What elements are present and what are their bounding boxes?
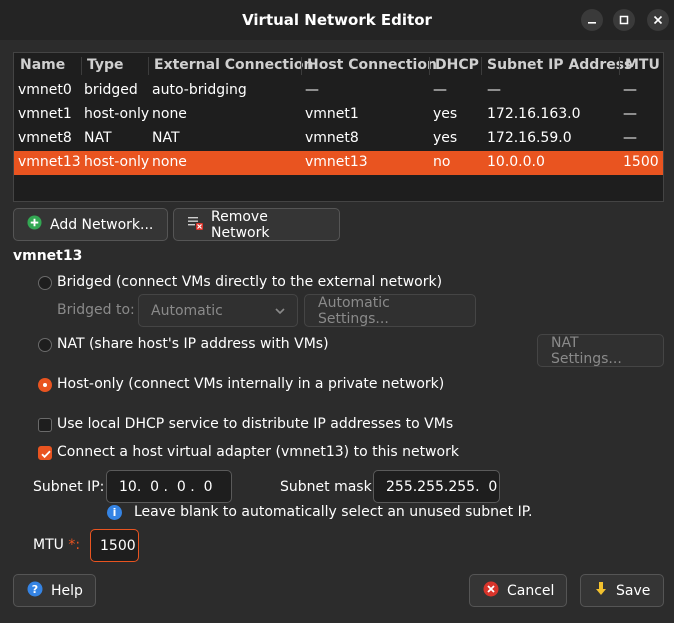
subnet-ip-input[interactable]: 10. 0 . 0 . 0 [106,470,232,503]
window-title: Virtual Network Editor [242,11,432,29]
title-bar: Virtual Network Editor [0,0,674,40]
host-only-label[interactable]: Host-only (connect VMs internally in a p… [57,376,444,392]
cancel-button[interactable]: Cancel [469,574,567,607]
network-settings-heading: vmnet13 [13,248,83,264]
column-header-mtu[interactable]: MTU [625,57,660,73]
cell-dhcp: yes [433,106,458,122]
table-row[interactable]: vmnet1 host-only none vmnet1 yes 172.16.… [14,103,663,127]
minimize-icon[interactable] [581,9,603,31]
mtu-input[interactable]: 1500 [90,529,139,562]
cell-mtu: — [623,106,637,122]
add-network-button[interactable]: Add Network... [13,208,168,241]
cell-name: vmnet0 [18,82,72,98]
column-header-name[interactable]: Name [20,57,65,73]
cell-host: vmnet8 [305,130,359,146]
cancel-label: Cancel [507,582,555,599]
svg-text:?: ? [32,583,38,596]
column-header-dhcp[interactable]: DHCP [435,57,479,73]
checkmark-icon [41,450,51,459]
remove-list-icon [187,215,203,234]
nat-radio[interactable] [38,338,52,352]
save-button[interactable]: Save [580,574,664,607]
required-marker: *: [68,537,81,553]
save-label: Save [616,582,651,599]
subnet-mask-input[interactable]: 255.255.255. 0 [373,470,500,503]
cell-subnet: 172.16.163.0 [487,106,581,122]
bridged-to-label: Bridged to: [57,302,135,318]
cell-subnet: 172.16.59.0 [487,130,572,146]
cell-external: NAT [152,130,180,146]
mtu-label: MTU *: [33,537,80,553]
cell-name: vmnet13 [18,154,81,170]
cell-mtu: 1500 [623,154,659,170]
cell-host: — [305,82,319,98]
help-label: Help [51,582,83,599]
add-icon [27,215,42,234]
column-separator [429,57,430,75]
cell-external: none [152,106,187,122]
subnet-ip-label: Subnet IP: [33,479,105,495]
cell-host: vmnet13 [305,154,368,170]
column-separator [301,57,302,75]
cell-dhcp: yes [433,130,458,146]
nat-label[interactable]: NAT (share host's IP address with VMs) [57,336,329,352]
bridged-radio[interactable] [38,276,52,290]
table-header: Name Type External Connection Host Conne… [14,53,663,79]
cell-dhcp: — [433,82,447,98]
maximize-icon[interactable] [613,9,635,31]
host-adapter-label[interactable]: Connect a host virtual adapter (vmnet13)… [57,444,459,460]
column-separator [481,57,482,75]
nat-settings-label: NAT Settings... [551,334,622,367]
subnet-hint: Leave blank to automatically select an u… [134,504,533,520]
cell-mtu: — [623,82,637,98]
column-header-host[interactable]: Host Connection [307,57,437,73]
network-table[interactable]: Name Type External Connection Host Conne… [13,52,664,202]
cancel-icon [483,581,499,601]
cell-type: host-only [84,154,150,170]
subnet-mask-label: Subnet mask: [280,479,377,495]
automatic-settings-label: Automatic Settings... [318,294,390,327]
column-separator [81,57,82,75]
mtu-label-text: MTU [33,537,64,553]
close-icon[interactable] [647,9,669,31]
add-network-label: Add Network... [50,216,154,233]
save-icon [594,581,608,601]
cell-external: none [152,154,187,170]
table-row[interactable]: vmnet0 bridged auto-bridging — — — — [14,79,663,103]
column-separator [148,57,149,75]
dhcp-label[interactable]: Use local DHCP service to distribute IP … [57,416,453,432]
automatic-settings-button[interactable]: Automatic Settings... [304,294,476,327]
help-icon: ? [27,581,43,601]
dhcp-checkbox[interactable] [38,418,52,432]
info-icon: i [107,505,122,520]
column-header-type[interactable]: Type [87,57,124,73]
host-only-radio[interactable] [38,378,52,392]
cell-name: vmnet8 [18,130,72,146]
table-row-selected[interactable]: vmnet13 host-only none vmnet13 no 10.0.0… [14,151,663,175]
cell-name: vmnet1 [18,106,72,122]
cell-subnet: — [487,82,501,98]
column-header-subnet[interactable]: Subnet IP Address [487,57,632,73]
cell-subnet: 10.0.0.0 [487,154,545,170]
remove-network-label: Remove Network [211,208,270,241]
column-header-external[interactable]: External Connection [154,57,313,73]
bridged-label[interactable]: Bridged (connect VMs directly to the ext… [57,274,442,290]
cell-host: vmnet1 [305,106,359,122]
bridged-to-dropdown[interactable]: Automatic [138,294,298,327]
bridged-to-value: Automatic [151,302,223,319]
cell-external: auto-bridging [152,82,247,98]
cell-type: bridged [84,82,138,98]
cell-dhcp: no [433,154,451,170]
nat-settings-button[interactable]: NAT Settings... [537,334,664,367]
cell-mtu: — [623,130,637,146]
cell-type: NAT [84,130,112,146]
cell-type: host-only [84,106,150,122]
chevron-down-icon [275,303,285,319]
host-adapter-checkbox[interactable] [38,446,52,460]
column-separator [619,57,620,75]
table-row[interactable]: vmnet8 NAT NAT vmnet8 yes 172.16.59.0 — [14,127,663,151]
help-button[interactable]: ? Help [13,574,96,607]
remove-network-button[interactable]: Remove Network [173,208,340,241]
